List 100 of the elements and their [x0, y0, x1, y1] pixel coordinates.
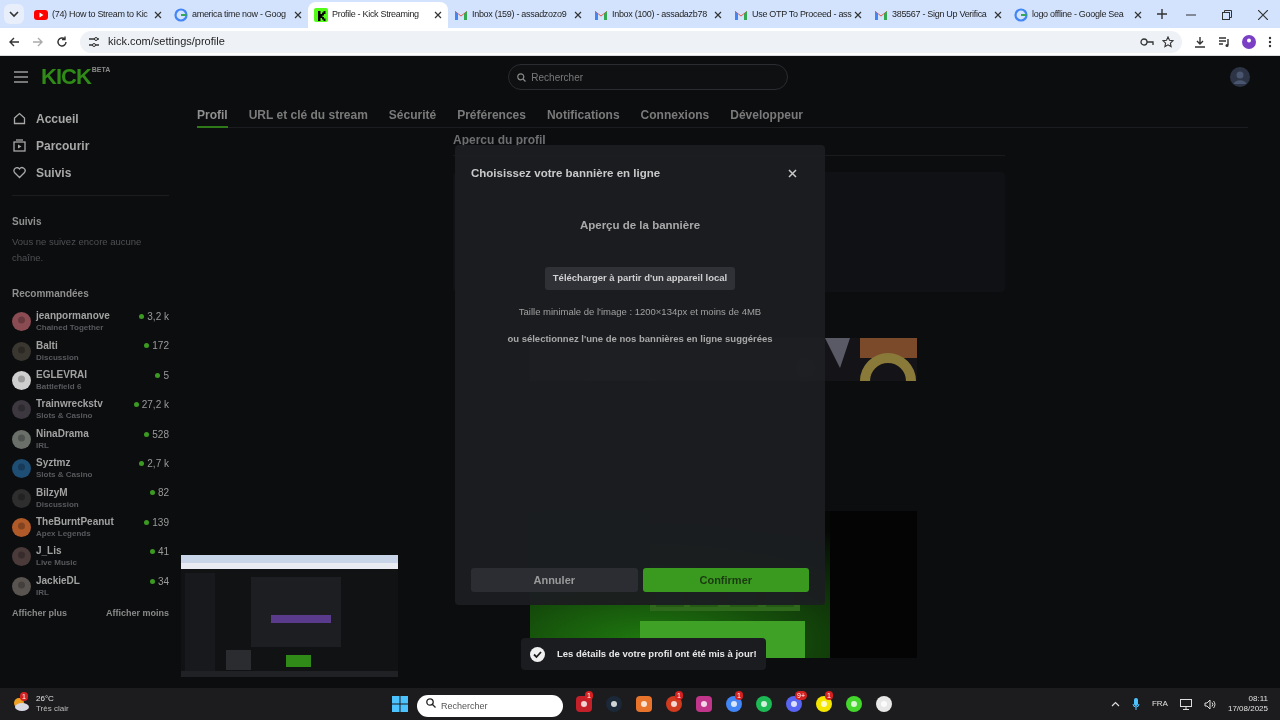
app-icon[interactable] [605, 695, 623, 713]
tab-list-icon[interactable] [4, 4, 24, 24]
close-icon[interactable] [574, 11, 582, 19]
viewer-count: 172 [152, 339, 169, 354]
temperature-text: 26°C [36, 694, 55, 704]
browser-tab[interactable]: Inbox (100) - assadazb78 [588, 2, 728, 28]
chevron-up-icon[interactable] [1110, 701, 1120, 707]
browser-tab[interactable]: 385567 - Sign Up Verifica [868, 2, 1008, 28]
confirm-button[interactable]: Confirmer [642, 568, 809, 592]
close-icon[interactable] [1258, 10, 1268, 20]
settings-tab[interactable]: Profil [197, 106, 228, 128]
channel-item[interactable]: J_Lis Live Music 41 [12, 542, 169, 572]
search-field[interactable]: Rechercher [508, 64, 789, 91]
browser-tab[interactable]: logo offline - Google Sea [1008, 2, 1148, 28]
tab-title: Use OTP To Proceed - ass [752, 8, 850, 22]
show-less-link[interactable]: Afficher moins [106, 606, 169, 621]
live-dot-icon [139, 314, 145, 319]
live-dot-icon [133, 402, 139, 408]
close-icon[interactable] [994, 11, 1002, 19]
close-icon[interactable] [434, 11, 442, 19]
channel-name: NinaDrama [36, 427, 90, 440]
speaker-icon[interactable] [1203, 698, 1216, 710]
close-icon[interactable] [154, 11, 162, 19]
channel-item[interactable]: JackieDL IRL 34 [12, 571, 169, 601]
app-icon[interactable] [665, 695, 683, 713]
language-indicator[interactable]: FRA [1151, 698, 1168, 710]
close-icon[interactable] [294, 11, 302, 19]
logo-text[interactable]: KICK [41, 66, 91, 88]
settings-tab[interactable]: Connexions [640, 106, 710, 128]
address-field[interactable]: kick.com/settings/profile [80, 30, 1182, 53]
avatar [12, 517, 31, 537]
app-icon[interactable] [755, 695, 773, 713]
nav-item[interactable]: Parcourir [12, 137, 169, 154]
microphone-icon[interactable] [1131, 698, 1140, 710]
app-icon[interactable] [725, 695, 743, 713]
app-icon[interactable] [785, 695, 803, 713]
app-icon[interactable] [695, 695, 713, 713]
reload-icon[interactable] [56, 35, 68, 48]
restore-icon[interactable] [1222, 10, 1232, 20]
weather-condition: Très clair [36, 704, 69, 714]
user-avatar[interactable] [1230, 67, 1250, 87]
monitor-icon[interactable] [1179, 698, 1192, 710]
channel-name: Balti [36, 339, 59, 352]
channel-item[interactable]: Balti Discussion 172 [12, 336, 169, 366]
key-icon[interactable] [1140, 36, 1154, 47]
app-icon[interactable] [575, 695, 593, 713]
channel-name: TheBurntPeanut [36, 515, 115, 528]
settings-tab[interactable]: URL et clé du stream [248, 106, 368, 128]
channel-item[interactable]: jeanpormanove Chained Together 3,2 k [12, 307, 169, 337]
live-dot-icon [144, 343, 150, 349]
browser-tab[interactable]: Use OTP To Proceed - ass [728, 2, 868, 28]
show-more-link[interactable]: Afficher plus [12, 606, 67, 621]
settings-tab[interactable]: Notifications [546, 106, 620, 128]
browser-tab[interactable]: Profile - Kick Streaming [308, 2, 448, 28]
settings-tab[interactable]: Sécurité [388, 106, 437, 128]
windows-start-icon[interactable] [392, 696, 408, 712]
upload-button[interactable]: Télécharger à partir d'un appareil local [544, 266, 736, 290]
menu-icon[interactable] [1268, 35, 1272, 48]
clock[interactable]: 08:11 17/08/2025 [1227, 694, 1268, 714]
channel-item[interactable]: Trainwreckstv Slots & Casino 27,2 k [12, 395, 169, 425]
settings-tab[interactable]: Préférences [457, 106, 526, 128]
app-icon[interactable] [845, 695, 863, 713]
heart-icon [13, 166, 26, 179]
back-icon[interactable] [8, 35, 20, 48]
site-settings-icon [88, 35, 100, 48]
section-heading: Recommandées [12, 287, 90, 301]
cancel-button[interactable]: Annuler [471, 568, 638, 592]
tab-favicon-icon [594, 8, 608, 22]
channel-item[interactable]: TheBurntPeanut Apex Legends 139 [12, 512, 169, 543]
channel-item[interactable]: EGLEVRAI Battlefield 6 5 [12, 365, 169, 396]
browser-tab[interactable]: america time now - Goog [168, 2, 308, 28]
app-icon[interactable] [635, 695, 653, 713]
live-dot-icon [149, 578, 155, 584]
channel-item[interactable]: Syztmz Slots & Casino 2,7 k [12, 453, 169, 484]
viewer-count: 41 [157, 545, 169, 560]
media-icon[interactable] [1218, 35, 1230, 48]
close-icon[interactable] [1134, 11, 1142, 19]
star-icon[interactable] [1162, 35, 1174, 48]
channel-name: JackieDL [36, 574, 81, 587]
browser-tab[interactable]: Inbox (159) - assadzozo9 [448, 2, 588, 28]
browser-tab[interactable]: (74) How to Stream to Kic [28, 2, 168, 28]
app-icon[interactable] [815, 695, 833, 713]
taskbar-search-field[interactable]: Rechercher [417, 694, 563, 717]
close-icon[interactable] [714, 11, 722, 19]
download-icon[interactable] [1194, 35, 1206, 48]
channel-item[interactable]: BilzyM Discussion 82 [12, 483, 169, 513]
live-dot-icon [149, 549, 155, 555]
toast-message: Les détails de votre profil ont été mis à jour! [557, 646, 757, 661]
nav-item[interactable]: Accueil [12, 110, 169, 127]
settings-tab[interactable]: Développeur [730, 106, 803, 128]
app-icon[interactable] [875, 695, 893, 713]
channel-item[interactable]: NinaDrama IRL 528 [12, 424, 169, 454]
channel-name: BilzyM [36, 486, 69, 499]
channel-category: Slots & Casino [36, 469, 94, 481]
new-tab-icon[interactable] [1156, 8, 1168, 20]
close-icon[interactable] [854, 11, 862, 19]
tab-favicon-icon [454, 8, 468, 22]
profile-avatar-icon[interactable] [1242, 34, 1256, 49]
channel-name: EGLEVRAI [36, 368, 89, 381]
nav-item[interactable]: Suivis [12, 164, 169, 181]
